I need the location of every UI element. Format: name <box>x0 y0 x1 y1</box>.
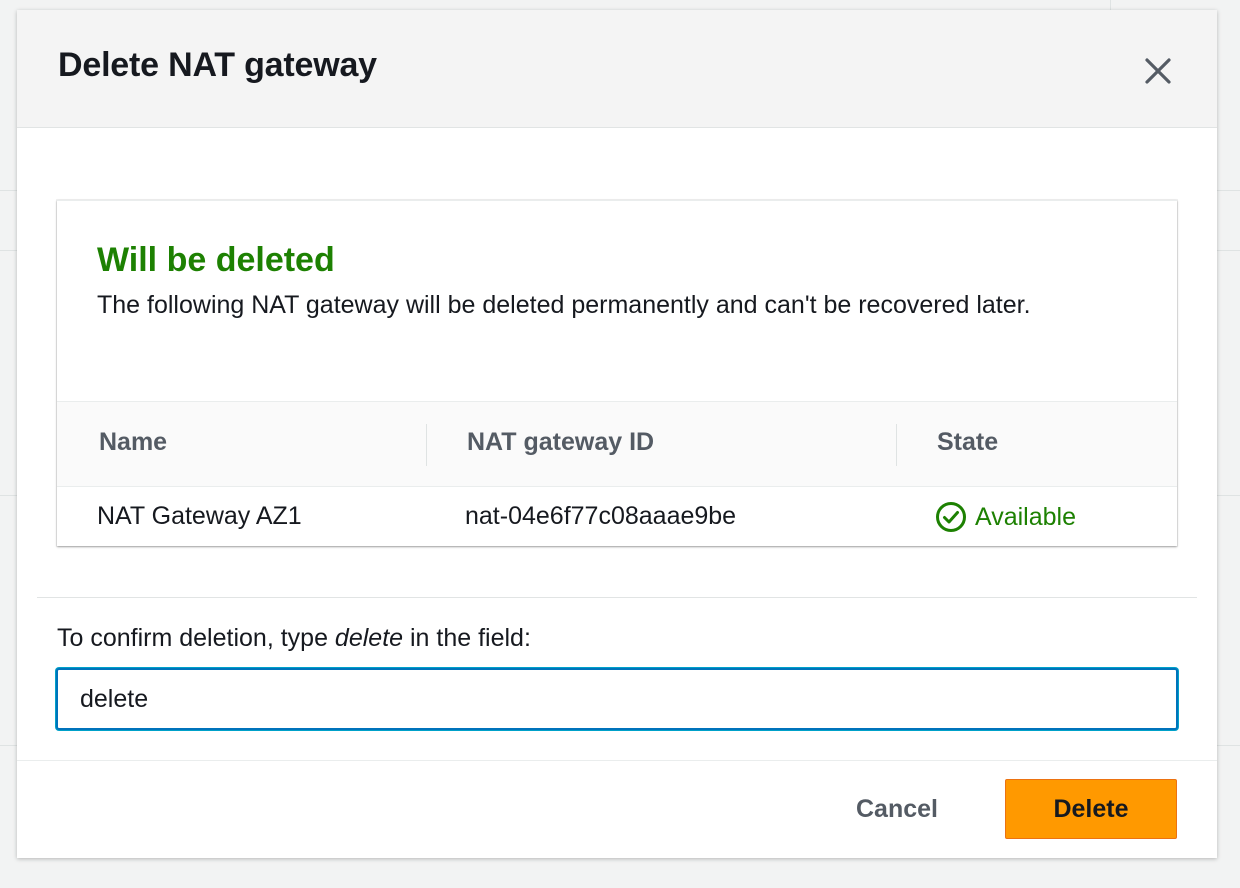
check-circle-icon <box>936 502 966 532</box>
confirm-label-prefix: To confirm deletion, type <box>57 624 335 652</box>
status-indicator: Available <box>935 501 1076 533</box>
column-header-name: Name <box>99 428 168 456</box>
delete-nat-gateway-modal: Delete NAT gateway Will be deleted The f… <box>17 10 1217 858</box>
column-separator <box>896 424 897 466</box>
modal-header: Delete NAT gateway <box>17 10 1217 128</box>
confirm-keyword: delete <box>334 624 404 652</box>
confirm-delete-input[interactable] <box>56 668 1178 730</box>
column-header-state: State <box>937 428 999 456</box>
will-be-deleted-panel: Will be deleted The following NAT gatewa… <box>57 200 1177 546</box>
footer-divider <box>17 760 1217 761</box>
cell-name: NAT Gateway AZ1 <box>97 502 302 530</box>
panel-description: The following NAT gateway will be delete… <box>97 291 1031 319</box>
cell-state: Available <box>975 502 1077 531</box>
confirm-label: To confirm deletion, type delete in the … <box>57 626 531 651</box>
column-separator <box>426 424 427 466</box>
section-divider <box>37 597 1197 598</box>
panel-heading: Will be deleted <box>97 241 335 279</box>
cancel-button[interactable]: Cancel <box>837 779 957 839</box>
close-icon <box>1145 58 1171 84</box>
table-header: Name NAT gateway ID State <box>57 401 1177 487</box>
cell-nat-gateway-id: nat-04e6f77c08aaae9be <box>465 502 737 530</box>
table-row: NAT Gateway AZ1 nat-04e6f77c08aaae9be Av… <box>57 487 1177 547</box>
confirm-label-suffix: in the field: <box>403 624 531 652</box>
close-button[interactable] <box>1135 50 1179 94</box>
delete-button[interactable]: Delete <box>1005 779 1177 839</box>
column-header-nat-gateway-id: NAT gateway ID <box>467 428 655 456</box>
modal-title: Delete NAT gateway <box>58 46 377 84</box>
background-divider <box>1110 0 1111 10</box>
